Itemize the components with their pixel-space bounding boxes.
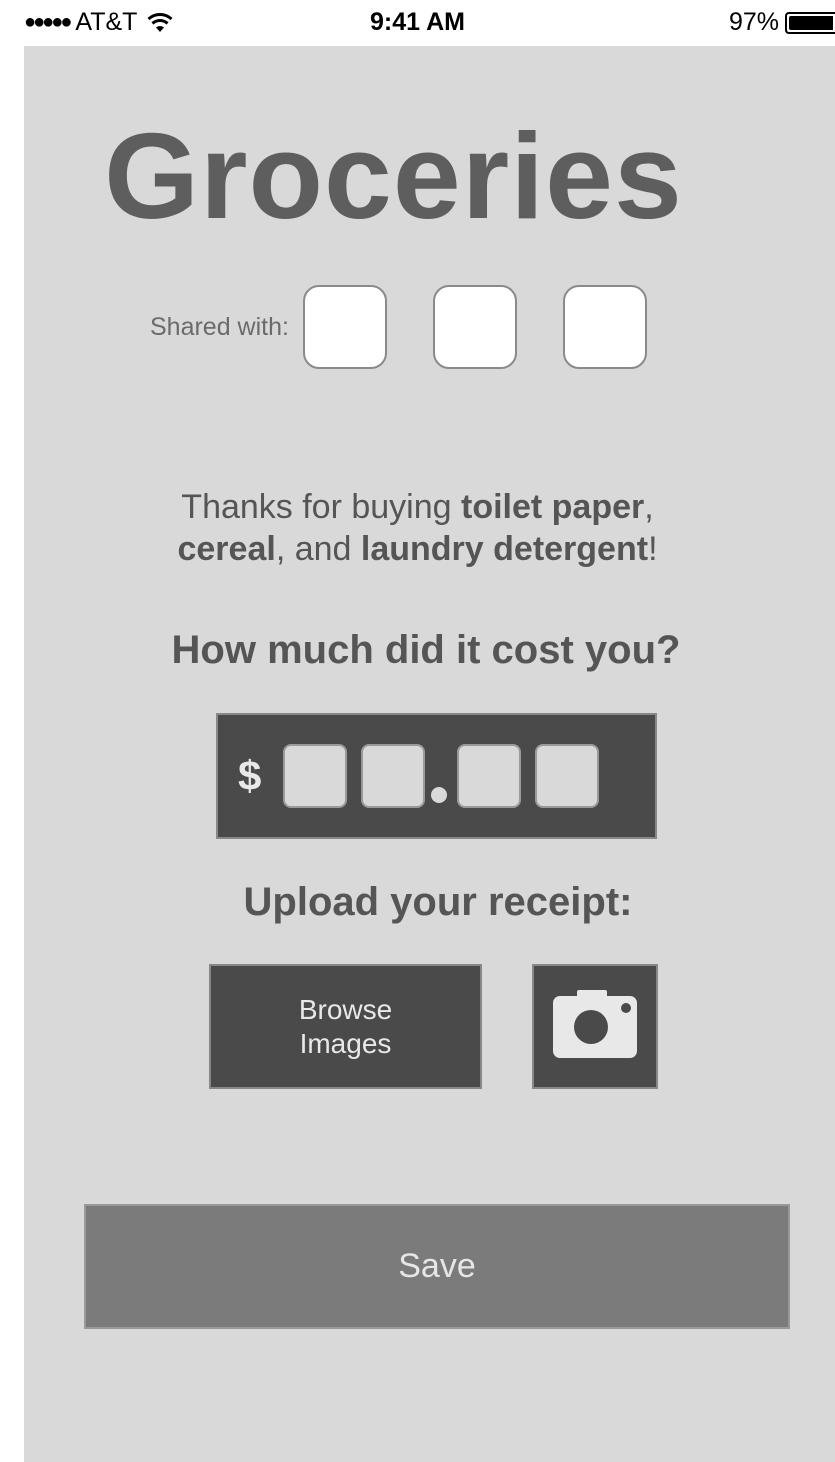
status-bar: ●●●●● AT&T 9:41 AM 97%: [0, 0, 835, 46]
thanks-prefix: Thanks for buying: [181, 488, 461, 526]
shared-user-slot-1[interactable]: [302, 285, 387, 369]
shared-user-slot-3[interactable]: [562, 285, 647, 369]
cents-digit-2[interactable]: [535, 744, 600, 808]
status-time: 9:41 AM: [370, 8, 465, 36]
thanks-sep-1: ,: [644, 488, 654, 526]
save-button[interactable]: Save: [84, 1204, 790, 1329]
thanks-sep-2: , and: [275, 530, 361, 568]
thanks-message: Thanks for buying toilet paper, cereal, …: [0, 486, 835, 570]
dollars-digit-2[interactable]: [361, 744, 426, 808]
browse-images-button[interactable]: Browse Images: [209, 964, 482, 1089]
decimal-point: [431, 787, 448, 803]
cost-question: How much did it cost you?: [171, 628, 681, 672]
item-laundry-detergent: laundry detergent: [360, 530, 649, 568]
browse-label-line1: Browse: [298, 993, 393, 1025]
shared-with-row: Shared with:: [150, 285, 647, 369]
item-toilet-paper: toilet paper: [461, 488, 645, 526]
upload-receipt-label: Upload your receipt:: [243, 880, 633, 924]
battery-icon: [785, 11, 835, 34]
status-right: 97%: [729, 8, 835, 37]
page-title: Groceries: [104, 108, 683, 244]
camera-icon: [551, 988, 639, 1065]
browse-label-line2: Images: [299, 1027, 392, 1059]
currency-symbol: $: [238, 752, 262, 799]
thanks-suffix: !: [648, 530, 658, 568]
item-cereal: cereal: [177, 530, 276, 568]
cost-input-panel: $: [216, 713, 657, 839]
dollars-digit-1[interactable]: [283, 744, 348, 808]
cents-digit-1[interactable]: [457, 744, 522, 808]
camera-button[interactable]: [532, 964, 658, 1089]
shared-with-label: Shared with:: [150, 312, 289, 341]
shared-user-slot-2[interactable]: [432, 285, 517, 369]
battery-percent: 97%: [728, 8, 779, 36]
